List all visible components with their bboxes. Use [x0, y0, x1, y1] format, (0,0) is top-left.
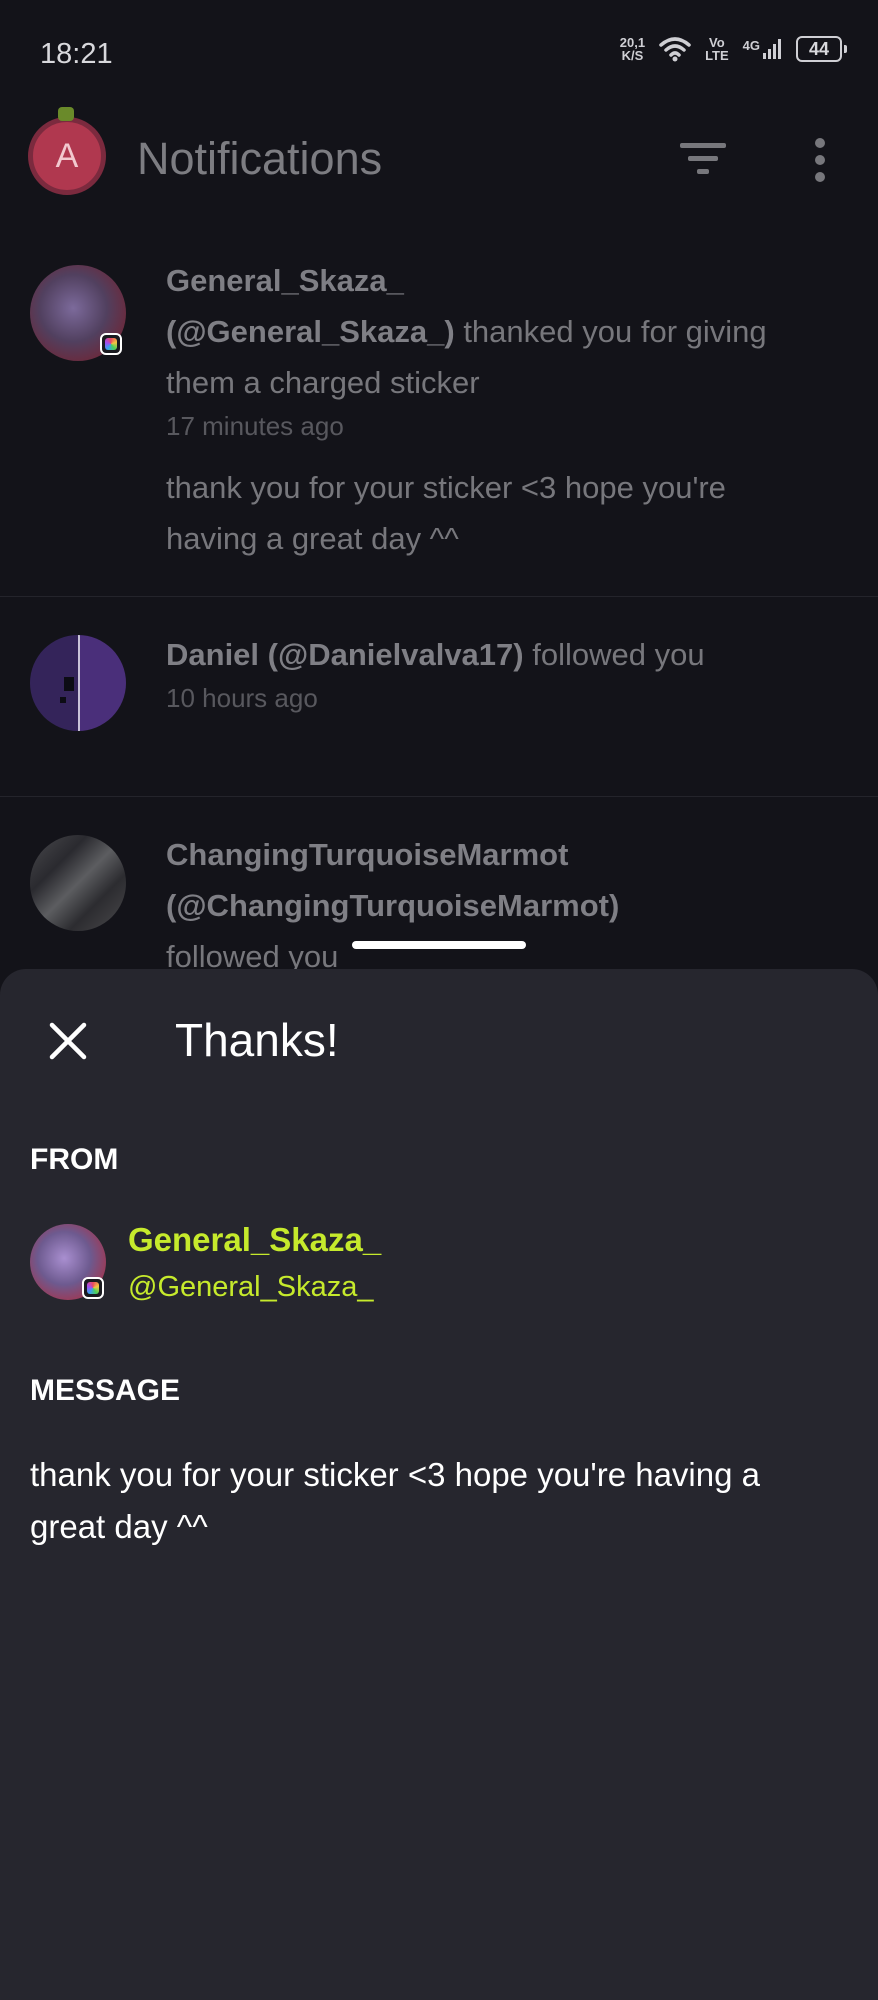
signal-indicator: 4G [743, 38, 782, 60]
filter-icon[interactable] [678, 139, 728, 179]
notification-text: Daniel (@Danielvalva17) followed you 10 … [166, 629, 818, 716]
status-bar: 18:21 20,1 K/S Vo LTE 4G 44 [0, 0, 878, 110]
notification-user-name[interactable]: ChangingTurquoiseMarmot [166, 837, 568, 872]
user-avatar[interactable]: A [28, 117, 106, 195]
avatar-decoration [60, 697, 66, 703]
status-icons: 20,1 K/S Vo LTE 4G 44 [619, 35, 847, 63]
avatar-badge-icon [58, 107, 74, 121]
notification-user-name[interactable]: General_Skaza_ [166, 263, 404, 298]
status-time: 18:21 [40, 38, 113, 70]
member-badge-icon [82, 1277, 104, 1299]
app-bar: A Notifications [0, 105, 878, 215]
network-speed: 20,1 K/S [619, 35, 646, 63]
close-icon[interactable] [48, 1021, 88, 1061]
avatar[interactable] [30, 835, 126, 931]
page-title: Notifications [137, 133, 383, 184]
home-indicator[interactable] [352, 941, 526, 949]
notification-user-handle[interactable]: (@ChangingTurquoiseMarmot) [166, 888, 619, 923]
notification-time: 10 hours ago [166, 683, 318, 713]
wifi-icon [659, 37, 691, 62]
avatar[interactable] [30, 635, 126, 731]
notification-text: ChangingTurquoiseMarmot (@ChangingTurquo… [166, 829, 818, 982]
notification-item[interactable]: Daniel (@Danielvalva17) followed you 10 … [0, 597, 878, 797]
sheet-title: Thanks! [175, 1014, 339, 1066]
battery-level: 44 [808, 38, 830, 59]
notification-user-name[interactable]: Daniel (@Danielvalva17) [166, 637, 524, 672]
notification-time: 17 minutes ago [166, 411, 344, 441]
sender-name[interactable]: General_Skaza_ [128, 1221, 381, 1259]
battery-icon: 44 [796, 36, 847, 62]
signal-icon [763, 39, 781, 59]
notification-user-handle[interactable]: (@General_Skaza_) [166, 314, 455, 349]
notification-action: followed you [523, 637, 705, 672]
message-text: thank you for your sticker <3 hope you'r… [30, 1456, 760, 1545]
sender-handle[interactable]: @General_Skaza_ [128, 1271, 373, 1304]
more-vert-icon[interactable] [800, 135, 840, 185]
notification-item[interactable]: General_Skaza_ (@General_Skaza_) thanked… [0, 225, 878, 597]
avatar-decoration [64, 677, 74, 691]
member-badge-icon [100, 333, 122, 355]
volte-indicator: Vo LTE [705, 35, 729, 63]
thanks-bottom-sheet: Thanks! FROM General_Skaza_ @General_Ska… [0, 969, 878, 2000]
avatar-letter: A [55, 136, 79, 175]
from-label: FROM [30, 1143, 119, 1176]
message-label: MESSAGE [30, 1374, 181, 1407]
notification-message: thank you for your sticker <3 hope you'r… [166, 470, 726, 556]
notification-text: General_Skaza_ (@General_Skaza_) thanked… [166, 255, 818, 564]
